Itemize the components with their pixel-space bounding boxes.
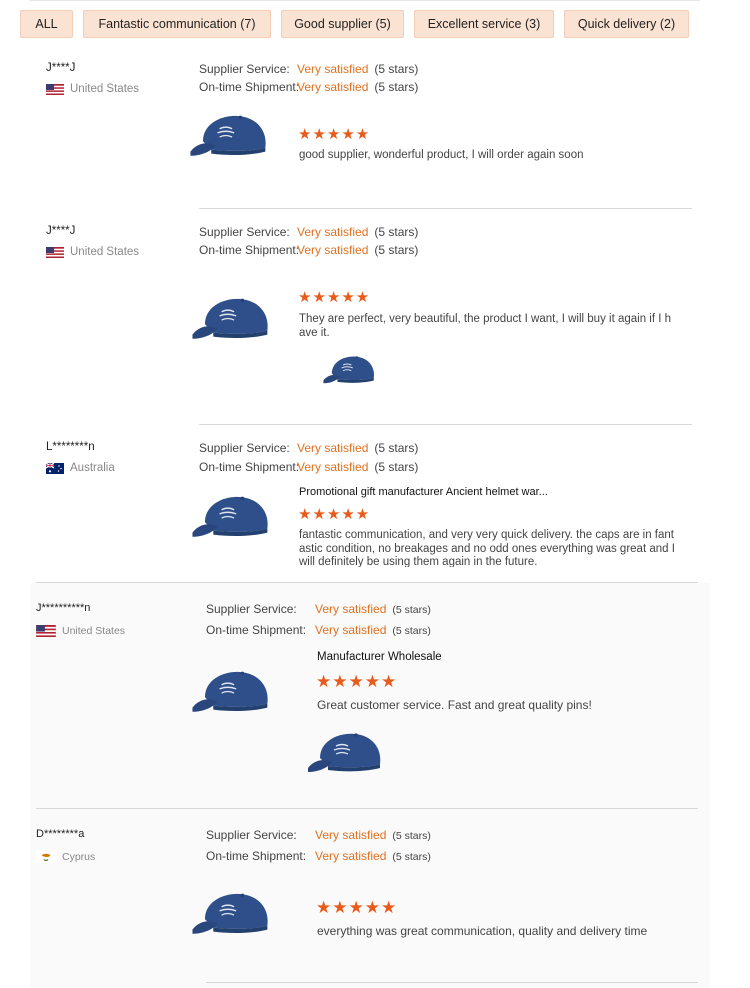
filter-excellent-service[interactable]: Excellent service (3) xyxy=(414,10,554,38)
supplier-service-stars: (5 stars) xyxy=(374,225,419,239)
top-divider xyxy=(30,0,700,1)
review-comment: fantastic communication, and very very q… xyxy=(299,529,675,567)
star-icon: ★★★★★ xyxy=(316,672,398,691)
us-flag-icon xyxy=(36,625,56,637)
product-thumbnail[interactable] xyxy=(188,110,272,162)
country-name: United States xyxy=(70,83,140,95)
country-name: United States xyxy=(70,246,140,258)
review-divider xyxy=(199,424,692,425)
reviewer-country: Cyprus xyxy=(36,851,95,863)
supplier-service-value: Very satisfied xyxy=(297,441,369,455)
shipment-value: Very satisfied xyxy=(297,460,369,474)
star-icon: ★★★★★ xyxy=(316,898,398,917)
review-comment: good supplier, wonderful product, I will… xyxy=(299,149,584,161)
supplier-service-label: Supplier Service: xyxy=(199,441,290,455)
reviewer-name: J**********n xyxy=(36,602,91,614)
reviewer-country: Australia xyxy=(46,462,115,474)
shipment-rating: On-time Shipment:Very satisfied (5 stars) xyxy=(199,243,418,257)
supplier-service-rating: Supplier Service: Very satisfied (5 stars) xyxy=(199,441,418,455)
shipment-value: Very satisfied xyxy=(315,623,387,637)
review-divider xyxy=(36,582,698,583)
shipment-value: Very satisfied xyxy=(297,80,369,94)
supplier-service-label: Supplier Service: xyxy=(206,828,297,842)
review-photo[interactable] xyxy=(322,345,378,395)
star-rating: ★★★★★ xyxy=(316,672,398,691)
filter-quick-delivery[interactable]: Quick delivery (2) xyxy=(564,10,689,38)
shipment-stars: (5 stars) xyxy=(374,460,419,474)
supplier-service-label: Supplier Service: xyxy=(199,62,290,76)
filter-fantastic-communication[interactable]: Fantastic communication (7) xyxy=(83,10,271,38)
reviewer-name: J****J xyxy=(46,62,76,74)
supplier-service-value: Very satisfied xyxy=(297,62,369,76)
au-flag-icon xyxy=(46,463,64,474)
review-divider xyxy=(199,208,692,209)
product-thumbnail[interactable] xyxy=(190,666,274,718)
shipment-rating: On-time Shipment:Very satisfied (5 stars) xyxy=(199,460,418,474)
review-photo[interactable] xyxy=(306,728,386,778)
supplier-service-rating: Supplier Service: Very satisfied (5 stars) xyxy=(206,602,431,616)
star-icon: ★★★★★ xyxy=(298,506,371,523)
supplier-service-stars: (5 stars) xyxy=(392,830,431,842)
shipment-label: On-time Shipment: xyxy=(206,849,307,863)
us-flag-icon xyxy=(46,84,64,95)
review-divider xyxy=(36,808,698,809)
shipment-label: On-time Shipment: xyxy=(199,243,300,257)
reviewer-name: L********n xyxy=(46,441,95,453)
shipment-stars: (5 stars) xyxy=(392,625,431,637)
supplier-service-rating: Supplier Service: Very satisfied (5 stars) xyxy=(199,225,418,239)
supplier-service-stars: (5 stars) xyxy=(392,604,431,616)
star-rating: ★★★★★ xyxy=(298,127,370,142)
supplier-service-label: Supplier Service: xyxy=(199,225,290,239)
shipment-value: Very satisfied xyxy=(297,243,369,257)
star-icon: ★★★★★ xyxy=(298,126,371,143)
supplier-service-stars: (5 stars) xyxy=(374,62,419,76)
country-name: United States xyxy=(62,625,126,637)
reviewer-country: United States xyxy=(46,246,139,258)
reviewer-country: United States xyxy=(46,83,139,95)
supplier-service-rating: Supplier Service: Very satisfied (5 stars) xyxy=(206,828,431,842)
us-flag-icon xyxy=(46,247,64,258)
supplier-service-value: Very satisfied xyxy=(315,602,387,616)
reviewer-name: J****J xyxy=(46,225,76,237)
shipment-rating: On-time Shipment:Very satisfied (5 stars) xyxy=(199,80,418,94)
review-comment: They are perfect, very beautiful, the pr… xyxy=(299,313,672,339)
star-rating: ★★★★★ xyxy=(316,898,398,917)
shipment-stars: (5 stars) xyxy=(374,80,419,94)
supplier-service-label: Supplier Service: xyxy=(206,602,297,616)
supplier-service-value: Very satisfied xyxy=(297,225,369,239)
star-rating: ★★★★★ xyxy=(298,290,370,305)
shipment-label: On-time Shipment: xyxy=(206,623,307,637)
review-comment: everything was great communication, qual… xyxy=(317,924,648,938)
country-name: Australia xyxy=(70,462,115,474)
shipment-rating: On-time Shipment: Very satisfied (5 stars) xyxy=(206,623,431,637)
shipment-stars: (5 stars) xyxy=(392,851,431,863)
shipment-label: On-time Shipment: xyxy=(199,80,300,94)
shipment-stars: (5 stars) xyxy=(374,243,419,257)
review-comment: Great customer service. Fast and great q… xyxy=(317,698,592,712)
product-thumbnail[interactable] xyxy=(190,491,274,543)
supplier-service-stars: (5 stars) xyxy=(374,441,419,455)
product-thumbnail[interactable] xyxy=(190,888,274,940)
product-title-link[interactable]: Manufacturer Wholesale xyxy=(317,651,442,663)
shipment-value: Very satisfied xyxy=(315,849,387,863)
star-rating: ★★★★★ xyxy=(298,507,370,522)
reviewer-country: United States xyxy=(36,625,125,637)
filter-all[interactable]: ALL xyxy=(20,10,73,38)
filter-good-supplier[interactable]: Good supplier (5) xyxy=(281,10,404,38)
shipment-rating: On-time Shipment: Very satisfied (5 stars) xyxy=(206,849,431,863)
shipment-label: On-time Shipment: xyxy=(199,460,300,474)
supplier-service-value: Very satisfied xyxy=(315,828,387,842)
cy-flag-icon xyxy=(36,851,56,863)
review-divider xyxy=(206,982,698,983)
star-icon: ★★★★★ xyxy=(298,289,371,306)
reviewer-name: D********a xyxy=(36,828,85,840)
product-thumbnail[interactable] xyxy=(190,293,274,345)
product-title-link[interactable]: Promotional gift manufacturer Ancient he… xyxy=(299,486,548,498)
supplier-service-rating: Supplier Service: Very satisfied (5 stars) xyxy=(199,62,418,76)
country-name: Cyprus xyxy=(62,851,96,863)
review-filter-bar: ALL Fantastic communication (7) Good sup… xyxy=(20,0,700,38)
